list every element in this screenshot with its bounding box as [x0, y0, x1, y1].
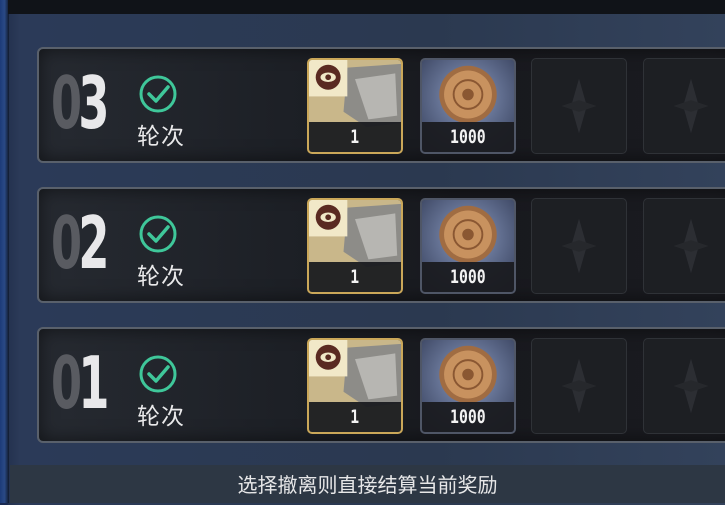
check-circle-icon — [139, 75, 177, 113]
reward-slot-empty — [643, 338, 725, 434]
reward-slot-empty — [643, 58, 725, 154]
empty-slot-icon — [673, 358, 709, 414]
round-number: 01 — [51, 341, 109, 425]
round-panel-2: 02 轮次 1 1000 — [37, 187, 725, 303]
footer-bar: 选择撤离则直接结算当前奖励 — [10, 465, 725, 503]
reward-slot-empty — [531, 338, 627, 434]
reward-count: 1000 — [422, 122, 514, 152]
reward-slot-badge[interactable]: 1 — [307, 338, 403, 434]
check-circle-icon — [139, 355, 177, 393]
reward-slot-empty — [531, 58, 627, 154]
reward-slot-badge[interactable]: 1 — [307, 198, 403, 294]
round-panel-3: 03 轮次 1 1000 — [37, 47, 725, 163]
reward-slot-coin[interactable]: 1000 — [420, 198, 516, 294]
reward-slot-coin[interactable]: 1000 — [420, 338, 516, 434]
reward-count: 1000 — [422, 402, 514, 432]
round-panel-1: 01 轮次 1 1000 — [37, 327, 725, 443]
reward-slot-empty — [643, 198, 725, 294]
left-edge-strip — [0, 0, 9, 503]
empty-slot-icon — [561, 218, 597, 274]
round-number: 02 — [51, 201, 109, 285]
round-label: 轮次 — [137, 404, 185, 430]
reward-slot-badge[interactable]: 1 — [307, 58, 403, 154]
reward-slot-empty — [531, 198, 627, 294]
footer-message: 选择撤离则直接结算当前奖励 — [237, 473, 498, 497]
round-number: 03 — [51, 61, 109, 145]
empty-slot-icon — [673, 218, 709, 274]
reward-count: 1 — [309, 402, 401, 432]
check-circle-icon — [139, 215, 177, 253]
reward-count: 1 — [309, 262, 401, 292]
reward-slot-coin[interactable]: 1000 — [420, 58, 516, 154]
round-label: 轮次 — [137, 264, 185, 290]
reward-count: 1 — [309, 122, 401, 152]
empty-slot-icon — [561, 78, 597, 134]
reward-count: 1000 — [422, 262, 514, 292]
empty-slot-icon — [561, 358, 597, 414]
empty-slot-icon — [673, 78, 709, 134]
round-label: 轮次 — [137, 124, 185, 150]
top-bar — [8, 0, 725, 14]
